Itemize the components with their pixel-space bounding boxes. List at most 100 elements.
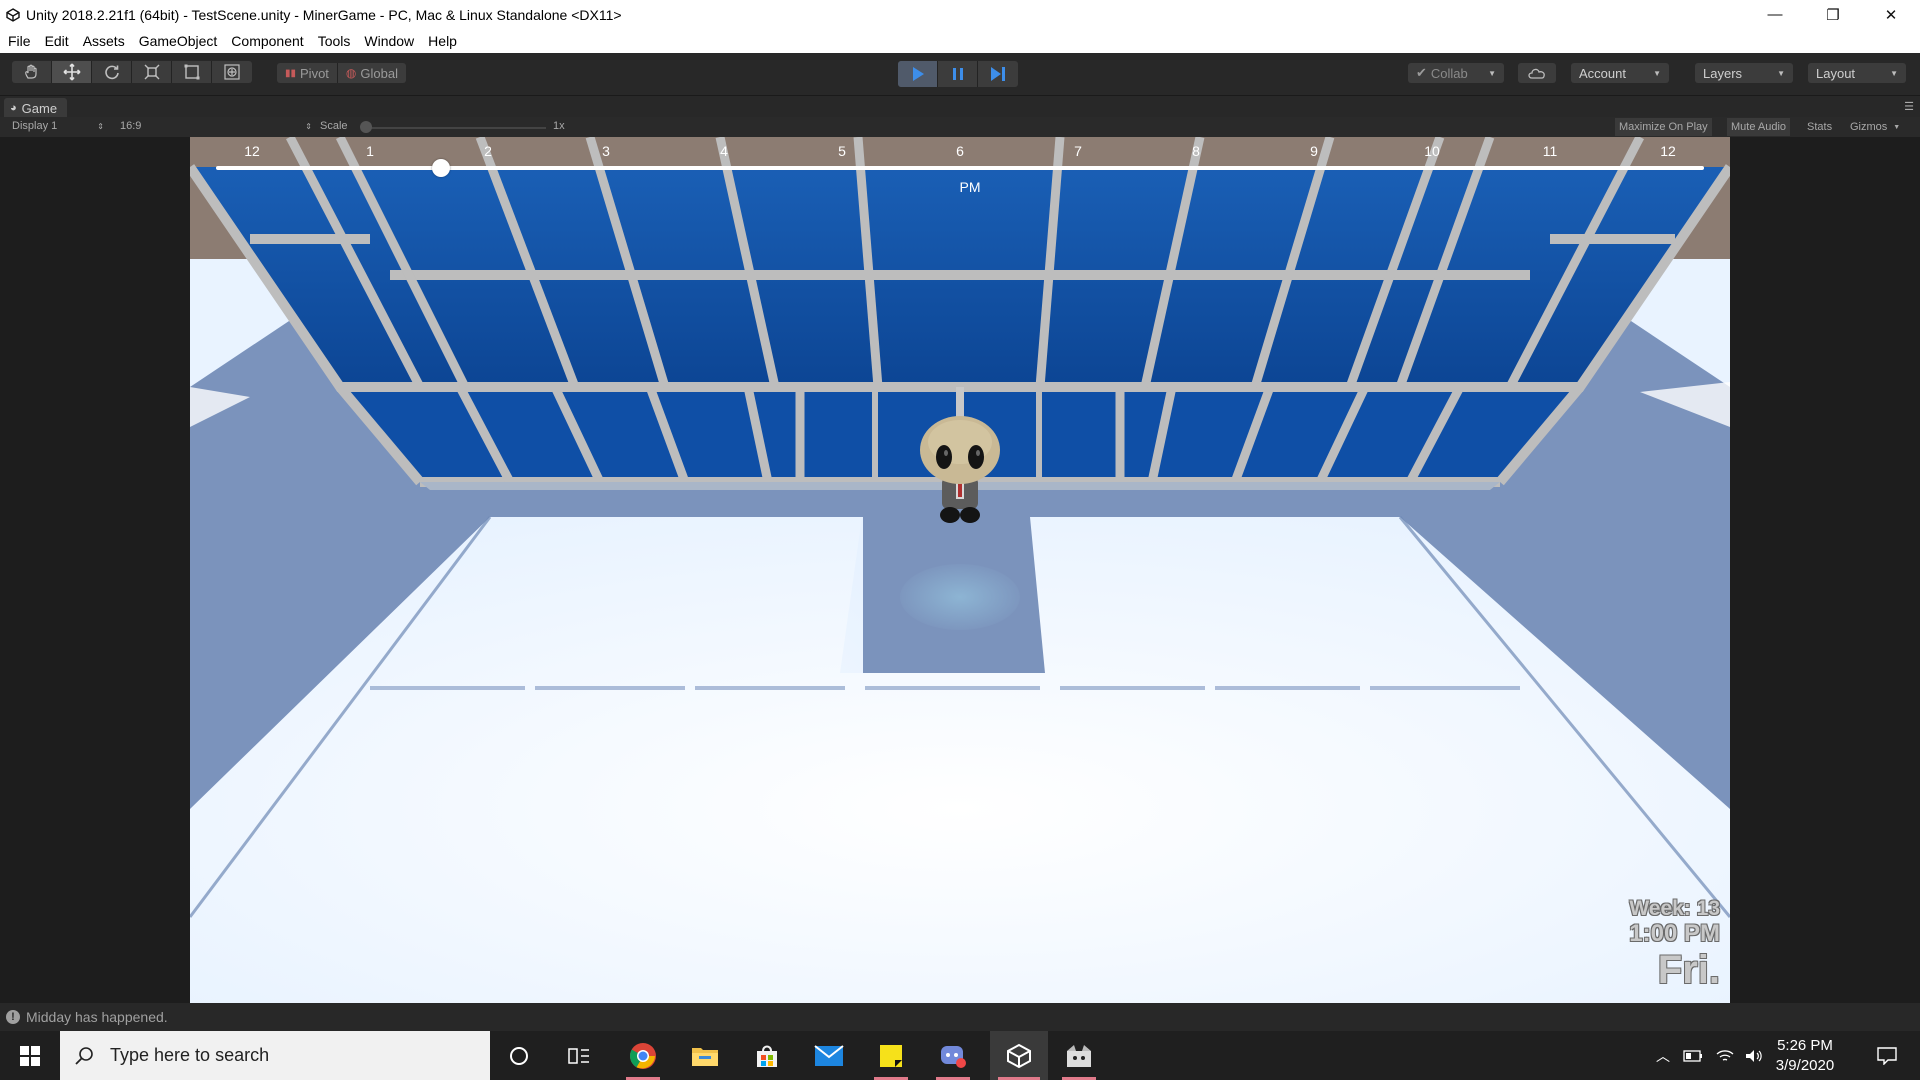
gizmos-dropdown[interactable]: Gizmos ▼: [1846, 118, 1904, 136]
layers-dropdown[interactable]: Layers ▼: [1695, 63, 1793, 83]
game-scene[interactable]: PM Week: 13 1:00 PM Fri. 12 1 2 3 4 5 6 7 8 9 10 11…: [190, 137, 1730, 1003]
battery-button[interactable]: [1680, 1031, 1706, 1080]
windows-logo-icon: [20, 1045, 40, 1066]
window-title: Unity 2018.2.21f1 (64bit) - TestScene.un…: [26, 6, 622, 23]
play-button[interactable]: [898, 61, 938, 87]
rect-tool-icon[interactable]: [172, 61, 212, 83]
menu-tools[interactable]: Tools: [314, 33, 359, 49]
clock-date: 3/9/2020: [1775, 1057, 1835, 1074]
account-dropdown[interactable]: Account ▼: [1571, 63, 1669, 83]
game-view-toolbar: Display 1 ⇕ 16:9 ⇕ Scale 1x Maximize On …: [0, 117, 1920, 137]
timeline-hour-label: 8: [1192, 143, 1200, 159]
search-icon: [75, 1046, 93, 1065]
chrome-icon: [629, 1042, 656, 1069]
transform-tools: [12, 61, 252, 83]
scale-value: 1x: [553, 120, 565, 132]
display-dropdown[interactable]: Display 1 ⇕: [12, 120, 104, 132]
taskbar-app-mail[interactable]: [804, 1031, 854, 1080]
wifi-icon: [1716, 1049, 1734, 1061]
timeline-hour-label: 11: [1542, 143, 1558, 159]
console-status-bar[interactable]: ! Midday has happened.: [0, 1003, 1920, 1031]
period-label: PM: [959, 179, 981, 195]
layout-dropdown[interactable]: Layout ▼: [1808, 63, 1906, 83]
tab-game[interactable]: ◕ Game: [4, 98, 68, 118]
status-message: Midday has happened.: [26, 1009, 168, 1025]
sticky-notes-icon: [880, 1044, 902, 1067]
maximize-on-play-toggle[interactable]: Maximize On Play: [1615, 118, 1712, 136]
close-button[interactable]: ✕: [1862, 0, 1920, 29]
stats-toggle[interactable]: Stats: [1803, 118, 1836, 136]
show-hidden-icons-button[interactable]: ︿: [1652, 1031, 1674, 1080]
pause-icon: [952, 68, 963, 80]
main-toolbar: ▮▮ Pivot ◍ Global ✔ Collab ▼ Account ▼ L…: [0, 53, 1920, 95]
pivot-toggle[interactable]: ▮▮ Pivot: [277, 63, 338, 83]
collab-button[interactable]: ✔ Collab ▼: [1408, 63, 1504, 83]
global-toggle[interactable]: ◍ Global: [338, 63, 406, 83]
scale-tool-icon[interactable]: [132, 61, 172, 83]
dropdown-caret-icon: ▼: [1890, 68, 1898, 78]
volume-button[interactable]: [1742, 1031, 1766, 1080]
menu-file[interactable]: File: [4, 33, 39, 49]
cortana-icon: [510, 1046, 528, 1065]
window-title-bar: Unity 2018.2.21f1 (64bit) - TestScene.un…: [0, 0, 1920, 29]
taskbar-app-discord[interactable]: [928, 1031, 978, 1080]
taskbar-app-unity[interactable]: [990, 1031, 1048, 1080]
check-circle-icon: ✔: [1416, 65, 1427, 80]
timeline-hour-label: 6: [956, 143, 964, 159]
maximize-button[interactable]: ❐: [1804, 0, 1862, 29]
taskbar-app-explorer[interactable]: [680, 1031, 730, 1080]
aspect-dropdown[interactable]: 16:9 ⇕: [120, 120, 312, 132]
taskbar-app-sticky-notes[interactable]: [866, 1031, 916, 1080]
move-tool-icon[interactable]: [52, 61, 92, 83]
scale-slider-thumb[interactable]: [360, 121, 372, 133]
taskbar-app-chrome[interactable]: [618, 1031, 668, 1080]
scale-label: Scale: [320, 120, 348, 132]
taskbar-clock[interactable]: 5:26 PM 3/9/2020: [1765, 1036, 1845, 1076]
panel-menu-icon[interactable]: ☰: [1904, 100, 1914, 113]
menu-component[interactable]: Component: [227, 33, 311, 49]
updown-caret-icon: ⇕: [97, 121, 104, 131]
windows-taskbar: Type here to search ︿ 5:26 PM 3/9/2020: [0, 1031, 1920, 1080]
transform-tool-icon[interactable]: [212, 61, 252, 83]
pivot-icon: ▮▮: [285, 67, 297, 79]
start-button[interactable]: [0, 1031, 60, 1080]
step-button[interactable]: [978, 61, 1018, 87]
menu-help[interactable]: Help: [424, 33, 465, 49]
menu-edit[interactable]: Edit: [41, 33, 77, 49]
taskbar-app-store[interactable]: [742, 1031, 792, 1080]
task-view-button[interactable]: [555, 1031, 603, 1080]
playback-controls: [898, 61, 1018, 87]
hud-week: Week: 13: [1629, 897, 1720, 920]
notification-icon: [1877, 1046, 1897, 1065]
mute-audio-toggle[interactable]: Mute Audio: [1727, 118, 1791, 136]
taskbar-search[interactable]: Type here to search: [60, 1031, 490, 1080]
time-slider-thumb[interactable]: [431, 159, 450, 177]
taskbar-app-game[interactable]: [1054, 1031, 1104, 1080]
cloud-icon: [1528, 68, 1545, 79]
menu-gameobject[interactable]: GameObject: [135, 33, 226, 49]
battery-icon: [1683, 1049, 1702, 1062]
scale-slider-track[interactable]: [362, 127, 546, 129]
clock-time: 5:26 PM: [1777, 1037, 1833, 1054]
game-tab-bar: ◕ Game ☰: [0, 95, 1920, 118]
unity-icon: [1007, 1043, 1031, 1068]
action-center-button[interactable]: [1862, 1031, 1912, 1080]
menu-window[interactable]: Window: [360, 33, 422, 49]
dropdown-caret-icon: ▼: [1653, 68, 1661, 78]
discord-icon: [941, 1045, 966, 1068]
timeline-hour-label: 12: [244, 143, 260, 159]
menu-assets[interactable]: Assets: [79, 33, 133, 49]
pause-button[interactable]: [938, 61, 978, 87]
minimize-button[interactable]: —: [1746, 0, 1804, 29]
rotate-tool-icon[interactable]: [92, 61, 132, 83]
pivot-toggle-group: ▮▮ Pivot ◍ Global: [277, 63, 406, 83]
chevron-up-icon: ︿: [1656, 1047, 1670, 1064]
wifi-button[interactable]: [1712, 1031, 1738, 1080]
play-icon: [912, 67, 924, 81]
mail-icon: [814, 1044, 844, 1066]
timeline-hour-label: 9: [1310, 143, 1318, 159]
cortana-button[interactable]: [495, 1031, 543, 1080]
cloud-button[interactable]: [1518, 63, 1556, 83]
hand-tool-icon[interactable]: [12, 61, 52, 83]
updown-caret-icon: ⇕: [305, 121, 312, 131]
